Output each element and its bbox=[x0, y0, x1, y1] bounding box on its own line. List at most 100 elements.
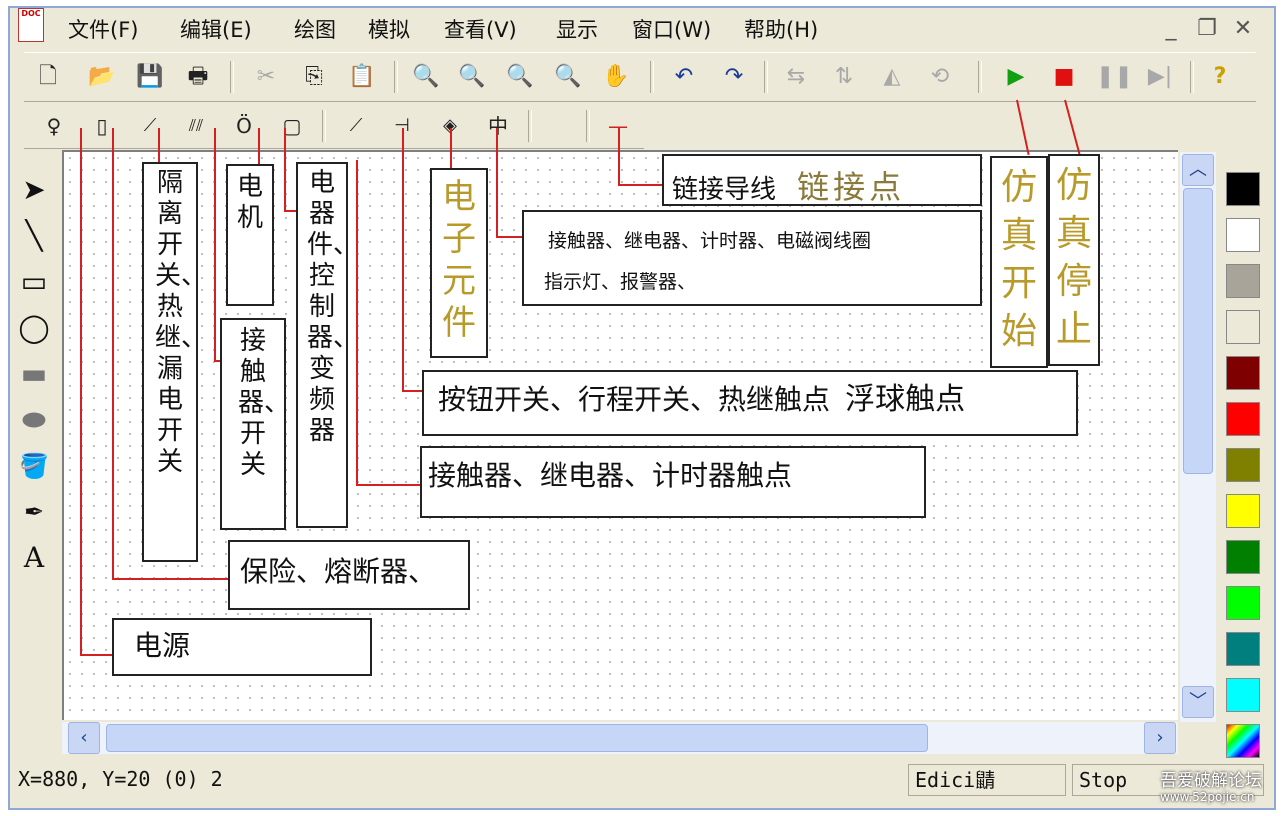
app-icon[interactable]: DOC bbox=[18, 8, 44, 42]
close-button[interactable]: ✕ bbox=[1230, 16, 1256, 42]
custom-color-swatch[interactable] bbox=[1226, 724, 1260, 758]
color-swatch[interactable] bbox=[1226, 218, 1260, 252]
restore-button[interactable]: ❐ bbox=[1194, 16, 1220, 42]
relay-contact-icon[interactable]: ⟋ bbox=[340, 110, 372, 142]
annotation-relay-contacts-text: 接触器、继电器、计时器触点 bbox=[428, 459, 793, 492]
annotation-electronic-text: 电子元件 bbox=[442, 177, 476, 343]
scroll-right-icon[interactable]: › bbox=[1144, 722, 1176, 754]
color-swatch[interactable] bbox=[1226, 540, 1260, 574]
vertical-scrollbar[interactable]: ︿ ﹀ bbox=[1180, 152, 1216, 722]
toolbar-separator bbox=[528, 110, 532, 142]
scroll-left-icon[interactable]: ‹ bbox=[68, 722, 100, 754]
copy-icon[interactable]: ⎘ bbox=[298, 61, 330, 93]
color-swatch[interactable] bbox=[1226, 448, 1260, 482]
leader-line bbox=[356, 484, 422, 486]
minimize-button[interactable]: _ bbox=[1158, 16, 1184, 42]
open-folder-icon[interactable]: 📂 bbox=[86, 61, 118, 93]
help-icon[interactable]: ? bbox=[1204, 61, 1236, 93]
toolbar-separator bbox=[322, 110, 326, 142]
menu-help[interactable]: 帮助(H) bbox=[744, 14, 818, 44]
menu-display[interactable]: 显示 bbox=[556, 14, 598, 44]
save-icon[interactable]: 💾 bbox=[134, 61, 166, 93]
annotation-coils-text: 接触器、继电器、计时器、电磁阀线圈 bbox=[548, 230, 872, 252]
toolbar-separator bbox=[1190, 61, 1194, 93]
menu-simulate[interactable]: 模拟 bbox=[368, 14, 410, 44]
device-icon[interactable]: ▢ bbox=[276, 110, 308, 142]
mirror-icon[interactable]: ◭ bbox=[876, 61, 908, 93]
annotation-motor-text: 电机 bbox=[236, 172, 263, 233]
pause-icon[interactable]: ❚❚ bbox=[1096, 61, 1133, 93]
toolbar-separator bbox=[230, 61, 234, 93]
text-tool-icon[interactable]: A bbox=[16, 540, 52, 576]
leader-line bbox=[618, 184, 662, 186]
line-tool-icon[interactable]: ╲ bbox=[16, 218, 52, 254]
cut-icon[interactable]: ✂ bbox=[250, 61, 282, 93]
menu-window[interactable]: 窗口(W) bbox=[632, 14, 711, 44]
pan-icon[interactable]: ✋ bbox=[600, 61, 632, 93]
leader-line bbox=[618, 128, 620, 186]
menu-view[interactable]: 查看(V) bbox=[444, 14, 517, 44]
scroll-up-icon[interactable]: ︿ bbox=[1182, 154, 1214, 186]
leader-line bbox=[258, 128, 260, 168]
status-bar: X=880, Y=20 (0) 2 Edici鼱 Stop bbox=[8, 760, 1268, 800]
zoom-out-icon[interactable]: 🔍 bbox=[456, 61, 488, 93]
color-swatch[interactable] bbox=[1226, 172, 1260, 206]
coil-icon[interactable]: 中 bbox=[482, 110, 514, 142]
vertical-scroll-thumb[interactable] bbox=[1183, 188, 1213, 474]
run-icon[interactable]: ▶ bbox=[1000, 61, 1032, 93]
leader-line bbox=[402, 128, 404, 392]
color-swatch[interactable] bbox=[1226, 494, 1260, 528]
menu-draw[interactable]: 绘图 bbox=[294, 14, 336, 44]
status-coordinates: X=880, Y=20 (0) 2 bbox=[18, 767, 223, 791]
flip-icon[interactable]: ⇆ bbox=[780, 61, 812, 93]
contactor-icon[interactable]: ⫽⫽ bbox=[180, 110, 212, 142]
redo-icon[interactable]: ↷ bbox=[718, 61, 750, 93]
zoom-in-icon[interactable]: 🔍 bbox=[410, 61, 442, 93]
annotation-isolation-switch: 隔离开关、热继、漏电开关 bbox=[142, 162, 207, 562]
watermark-title: 吾爱破解论坛 bbox=[1160, 771, 1262, 791]
annotation-sim-start: 仿真开始 bbox=[990, 156, 1048, 368]
color-swatch[interactable] bbox=[1226, 310, 1260, 344]
print-icon[interactable]: 🖶 bbox=[182, 61, 214, 93]
zoom-fit-icon[interactable]: 🔍 bbox=[504, 61, 536, 93]
rectangle-tool-icon[interactable]: ▭ bbox=[16, 264, 52, 300]
isolation-switch-icon[interactable]: ⟋ bbox=[134, 110, 166, 142]
color-swatch[interactable] bbox=[1226, 356, 1260, 390]
align-icon[interactable]: ⇅ bbox=[828, 61, 860, 93]
menu-edit[interactable]: 编辑(E) bbox=[180, 14, 252, 44]
eyedropper-icon[interactable]: ✒ bbox=[16, 494, 52, 530]
status-mode: Edici鼱 bbox=[908, 764, 1066, 796]
stop-icon[interactable]: ■ bbox=[1048, 61, 1080, 93]
new-file-icon[interactable]: 🗋 bbox=[32, 61, 64, 93]
color-swatch[interactable] bbox=[1226, 264, 1260, 298]
annotation-linkpoint-text: 链接点 bbox=[797, 168, 906, 206]
horizontal-scroll-thumb[interactable] bbox=[106, 724, 928, 752]
undo-icon[interactable]: ↶ bbox=[668, 61, 700, 93]
step-icon[interactable]: ▶| bbox=[1144, 61, 1176, 93]
annotation-device-text: 电器件、控制器、变频器 bbox=[307, 168, 360, 446]
filled-rectangle-icon[interactable]: ▬ bbox=[16, 356, 52, 392]
annotation-coils: 接触器、继电器、计时器、电磁阀线圈 指示灯、报警器、 bbox=[522, 210, 982, 306]
leader-line bbox=[158, 128, 160, 164]
annotation-sim-start-text: 仿真开始 bbox=[1000, 167, 1037, 352]
color-swatch[interactable] bbox=[1226, 632, 1260, 666]
paint-bucket-icon[interactable]: 🪣 bbox=[16, 448, 52, 484]
horizontal-scrollbar[interactable]: ‹ › bbox=[62, 722, 1178, 754]
filled-ellipse-icon[interactable]: ⬬ bbox=[16, 402, 52, 438]
paste-icon[interactable]: 📋 bbox=[346, 61, 378, 93]
watermark-url: www.52pojie.cn bbox=[1160, 790, 1255, 804]
annotation-sim-stop: 仿真停止 bbox=[1048, 154, 1100, 366]
toolbar-separator bbox=[650, 61, 654, 93]
scroll-down-icon[interactable]: ﹀ bbox=[1182, 686, 1214, 718]
menu-file[interactable]: 文件(F) bbox=[68, 14, 138, 44]
select-arrow-icon[interactable]: ➤ bbox=[16, 172, 52, 208]
zoom-area-icon[interactable]: 🔍 bbox=[552, 61, 584, 93]
ellipse-tool-icon[interactable]: ◯ bbox=[16, 310, 52, 346]
annotation-wire: 链接导线 链接点 bbox=[662, 154, 982, 206]
color-swatch[interactable] bbox=[1226, 678, 1260, 712]
rotate-icon[interactable]: ⟲ bbox=[924, 61, 956, 93]
motor-icon[interactable]: Ö bbox=[228, 110, 260, 142]
color-swatch[interactable] bbox=[1226, 586, 1260, 620]
power-source-icon[interactable]: ♀ bbox=[38, 110, 70, 142]
color-swatch[interactable] bbox=[1226, 402, 1260, 436]
